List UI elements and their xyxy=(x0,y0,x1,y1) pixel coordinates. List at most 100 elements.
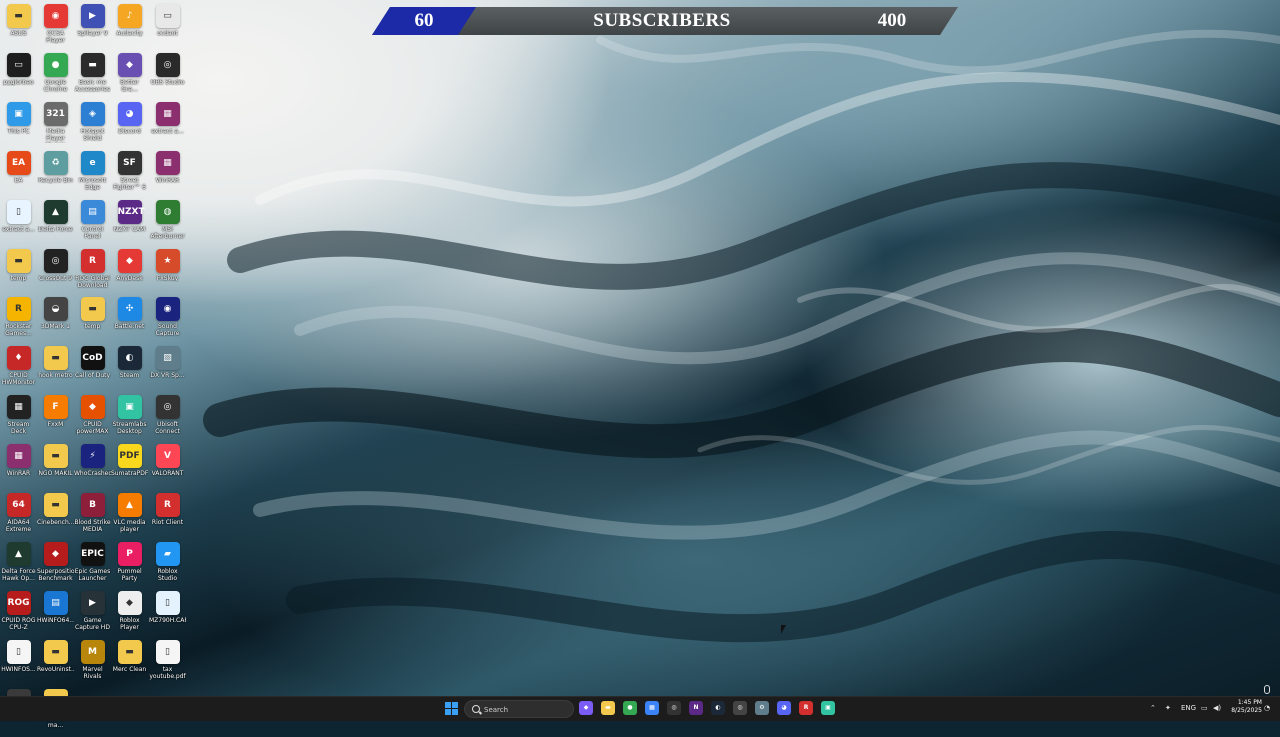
app-icon: ▶ xyxy=(80,590,105,615)
desktop-icon-battle-net[interactable]: ✣ Battle.net xyxy=(111,297,148,345)
desktop-icon-cpuid-rog-cpu-z[interactable]: ROG CPUID ROG CPU-Z xyxy=(0,590,37,639)
desktop-icon-steam[interactable]: ◐ Steam xyxy=(111,346,148,394)
desktop-icon-microsoft-edge[interactable]: e Microsoft Edge xyxy=(74,150,111,199)
volume-icon[interactable]: ◀) xyxy=(1213,701,1221,715)
desktop-icon-extract-a[interactable]: ▦ extract a... xyxy=(149,101,186,150)
network-icon[interactable]: ▭ xyxy=(1201,701,1208,715)
desktop-icon-mz790h-cap[interactable]: ▯ MZ790H.CAP xyxy=(149,590,186,639)
desktop-icon-nzxt-cam[interactable]: NZXT NZXT CAM xyxy=(111,199,148,248)
desktop-icon-sound-capture[interactable]: ◉ Sound Capture xyxy=(149,297,186,345)
discord-icon[interactable]: ◕ xyxy=(777,701,791,715)
desktop-icon-pummel-party[interactable]: P Pummel Party xyxy=(111,541,148,590)
desktop-icon-hwinfo64[interactable]: ▤ HWiNFO64... xyxy=(37,590,74,639)
desktop-icon-grid: ▬ ASUS ◉ OCSA Player ▶ Spllayer 9 ♪ Audacity ▭ oc… xyxy=(0,0,240,729)
desktop-icon-extract-a[interactable]: ▯ extract a... xyxy=(0,199,37,248)
desktop-icon-ubisoft-connect[interactable]: ◎ Ubisoft Connect xyxy=(149,395,186,443)
desktop-icon-temp[interactable]: ▬ temp xyxy=(0,248,37,297)
desktop-icon-temp[interactable]: ▬ temp xyxy=(74,297,111,345)
app-icon: ▬ xyxy=(6,248,31,273)
desktop-icon-audacity[interactable]: ♪ Audacity xyxy=(111,4,148,52)
desktop-icon-anydesk[interactable]: ◆ AnyDesk xyxy=(111,248,148,297)
desktop-icon-spllayer-9[interactable]: ▶ Spllayer 9 xyxy=(74,4,111,52)
desktop-icon-hwinfos[interactable]: ▯ HWINFOS... xyxy=(0,639,37,688)
desktop-icon-recycle-bin[interactable]: ♻ Recycle Bin xyxy=(37,150,74,199)
desktop-icon-ocdaot[interactable]: ▭ ocdaot xyxy=(149,4,186,52)
desktop-icon-hotspot-shield[interactable]: ◈ Hotspot Shield xyxy=(74,101,111,150)
desktop-icon-cpuid-hwmonitor[interactable]: ♦ CPUID HWMonitor xyxy=(0,346,37,394)
desktop-icon-epic-games-launcher[interactable]: EPIC Epic Games Launcher xyxy=(74,541,111,590)
desktop-icon-ocsa-player[interactable]: ◉ OCSA Player xyxy=(37,4,74,52)
desktop-icon-stream-deck[interactable]: ▦ Stream Deck xyxy=(0,395,37,443)
language-indicator[interactable]: ENG xyxy=(1181,701,1196,715)
desktop-icon-discord[interactable]: ◕ Discord xyxy=(111,101,148,150)
app-icon: 64 xyxy=(6,493,31,517)
desktop-icon-winrar[interactable]: ▦ WinRAR xyxy=(0,444,37,492)
desktop-icon-ngo-makil[interactable]: ▬ NGO MAKIL xyxy=(37,444,74,492)
desktop-icon-delta-force[interactable]: ▲ Delta Force xyxy=(37,199,74,248)
streamlabs-icon[interactable]: ▣ xyxy=(821,701,835,715)
desktop-icon-better-gra[interactable]: ◆ Better Gra... xyxy=(111,52,148,101)
desktop-icon-street-fighter-6[interactable]: SF Street Fighter™ 6 xyxy=(111,150,148,199)
desktop-icon-streamlabs-desktop[interactable]: ▣ Streamlabs Desktop xyxy=(111,395,148,443)
steam-icon[interactable]: ◐ xyxy=(711,701,725,715)
chrome-icon[interactable]: ● xyxy=(623,701,637,715)
desktop-icon-msi-afterburner[interactable]: ◍ MSI Afterburner xyxy=(149,199,186,248)
desktop-icon-rog-global-download[interactable]: R ROG Global Download xyxy=(74,248,111,297)
desktop-icon-riot-client[interactable]: R Riot Client xyxy=(149,493,186,541)
desktop-icon-hook-metro[interactable]: ▬ hook metro xyxy=(37,346,74,394)
desktop-icon-asus[interactable]: ▬ ASUS xyxy=(0,4,37,52)
desktop-icon-call-of-duty[interactable]: CoD Call of Duty xyxy=(74,346,111,394)
settings-icon[interactable]: ⚙ xyxy=(755,701,769,715)
desktop-icon-cinebench[interactable]: ▬ Cinebench... xyxy=(37,493,74,541)
desktop-icon-crossout-9[interactable]: ◎ CrossOut 9 xyxy=(37,248,74,297)
search-placeholder: Search xyxy=(484,706,509,714)
desktop-icon-basic-me-accessories[interactable]: ▬ Basic me Accessories xyxy=(74,52,111,101)
notification-icon[interactable]: ◔ xyxy=(1264,701,1270,715)
nzxt-icon[interactable]: N xyxy=(689,701,703,715)
desktop-icon-control-panel[interactable]: ▤ Control Panel xyxy=(74,199,111,248)
desktop-icon-fxskuy[interactable]: ★ FxSkuy xyxy=(149,248,186,297)
desktop-icon-roblox-player[interactable]: ◆ Roblox Player xyxy=(111,590,148,639)
tray-app-icon[interactable]: ✦ xyxy=(1165,701,1171,715)
desktop-icon-label: Ubisoft Connect xyxy=(155,421,180,436)
file-explorer-icon[interactable]: ▬ xyxy=(601,701,615,715)
desktop-icon-this-pc[interactable]: ▣ This PC xyxy=(0,101,37,150)
taskbar-clock[interactable]: 1:45 PM 8/25/2025 xyxy=(1226,699,1262,715)
desktop-icon-google-chrome[interactable]: ● Google Chrome xyxy=(37,52,74,101)
desktop-icon-revouninst[interactable]: ▬ RevoUninst... xyxy=(37,639,74,688)
taskbar-search-box[interactable]: Search xyxy=(464,700,574,718)
desktop-icon-rockstar-games[interactable]: R Rockstar Games... xyxy=(0,297,37,345)
desktop-icon-winrar[interactable]: ▦ WinRAR xyxy=(149,150,186,199)
desktop-icon-roblox-studio[interactable]: ▰ Roblox Studio xyxy=(149,541,186,590)
desktop-icon-ea[interactable]: EA EA xyxy=(0,150,37,199)
desktop-icon-marvel-rivals[interactable]: M Marvel Rivals xyxy=(74,639,111,688)
obs-icon[interactable]: ◎ xyxy=(667,701,681,715)
desktop-icon-aida64-extreme[interactable]: 64 AIDA64 Extreme xyxy=(0,493,37,541)
desktop-icon-obs-studio[interactable]: ◎ OBS Studio xyxy=(149,52,186,101)
store-icon[interactable]: ▦ xyxy=(645,701,659,715)
desktop-icon-dx-vr-sp[interactable]: ▧ DX VR Sp... xyxy=(149,346,186,394)
desktop-icon-game-capture-hd[interactable]: ▶ Game Capture HD xyxy=(74,590,111,639)
desktop-icon-3dmark-1[interactable]: ◒ 3DMark 1 xyxy=(37,297,74,345)
desktop-icon-merc-clean[interactable]: ▬ Merc Clean xyxy=(111,639,148,688)
desktop-icon-valorant[interactable]: V VALORANT xyxy=(149,444,186,492)
desktop-icon-label: SumatraPDF xyxy=(111,470,148,478)
desktop-icon-cpuid-powermax[interactable]: ◆ CPUID powerMAX xyxy=(74,395,111,443)
desktop-icon-pyglorbeo[interactable]: ▭ pyglorbeo xyxy=(0,52,37,101)
desktop-icon-sumatrapdf[interactable]: PDF SumatraPDF xyxy=(111,444,148,492)
copilot-icon[interactable]: ◆ xyxy=(579,701,593,715)
chevron-up-icon[interactable]: ⌃ xyxy=(1150,701,1156,715)
desktop-icon-superposition-benchmark[interactable]: ◆Superposition Benchmark xyxy=(37,541,74,590)
riot-icon[interactable]: R xyxy=(799,701,813,715)
desktop-icon-delta-force-hawk-op[interactable]: ▲ Delta Force Hawk Op... xyxy=(0,541,37,590)
desktop-icon-vlc-media-player[interactable]: ▲ VLC media player xyxy=(111,493,148,541)
ubisoft-icon[interactable]: ◎ xyxy=(733,701,747,715)
start-button[interactable] xyxy=(445,702,459,716)
desktop-icon-fxxm[interactable]: F FxxM xyxy=(37,395,74,443)
desktop-icon-media-player-classic[interactable]: 321Media Player Classic xyxy=(37,101,74,150)
app-icon: ▣ xyxy=(6,101,31,126)
desktop-icon-label: DX VR Sp... xyxy=(150,372,185,380)
desktop-icon-tax-youtube-pdf[interactable]: ▯ tax youtube.pdf xyxy=(149,639,186,688)
desktop-icon-whocrashed[interactable]: ⚡ WhoCrashed xyxy=(74,444,111,492)
desktop-icon-blood-strike-media[interactable]: B Blood Strike MEDIA xyxy=(74,493,111,541)
